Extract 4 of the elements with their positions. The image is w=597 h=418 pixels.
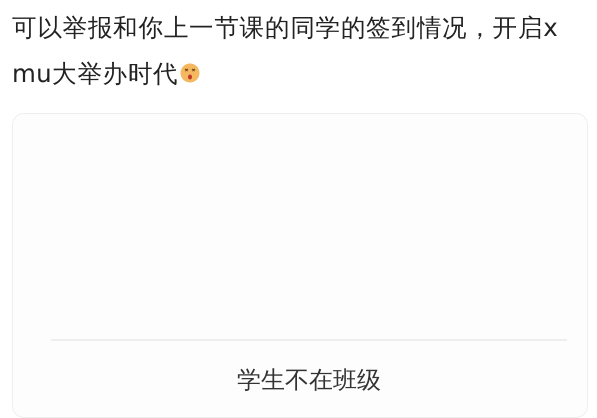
post-text: 可以举报和你上一节课的同学的签到情况，开启x xyxy=(12,12,558,44)
post-text: mu大举办时代 xyxy=(12,58,178,90)
option-item[interactable]: 学生不在班级 xyxy=(237,364,381,396)
emoji-icon xyxy=(180,63,200,83)
